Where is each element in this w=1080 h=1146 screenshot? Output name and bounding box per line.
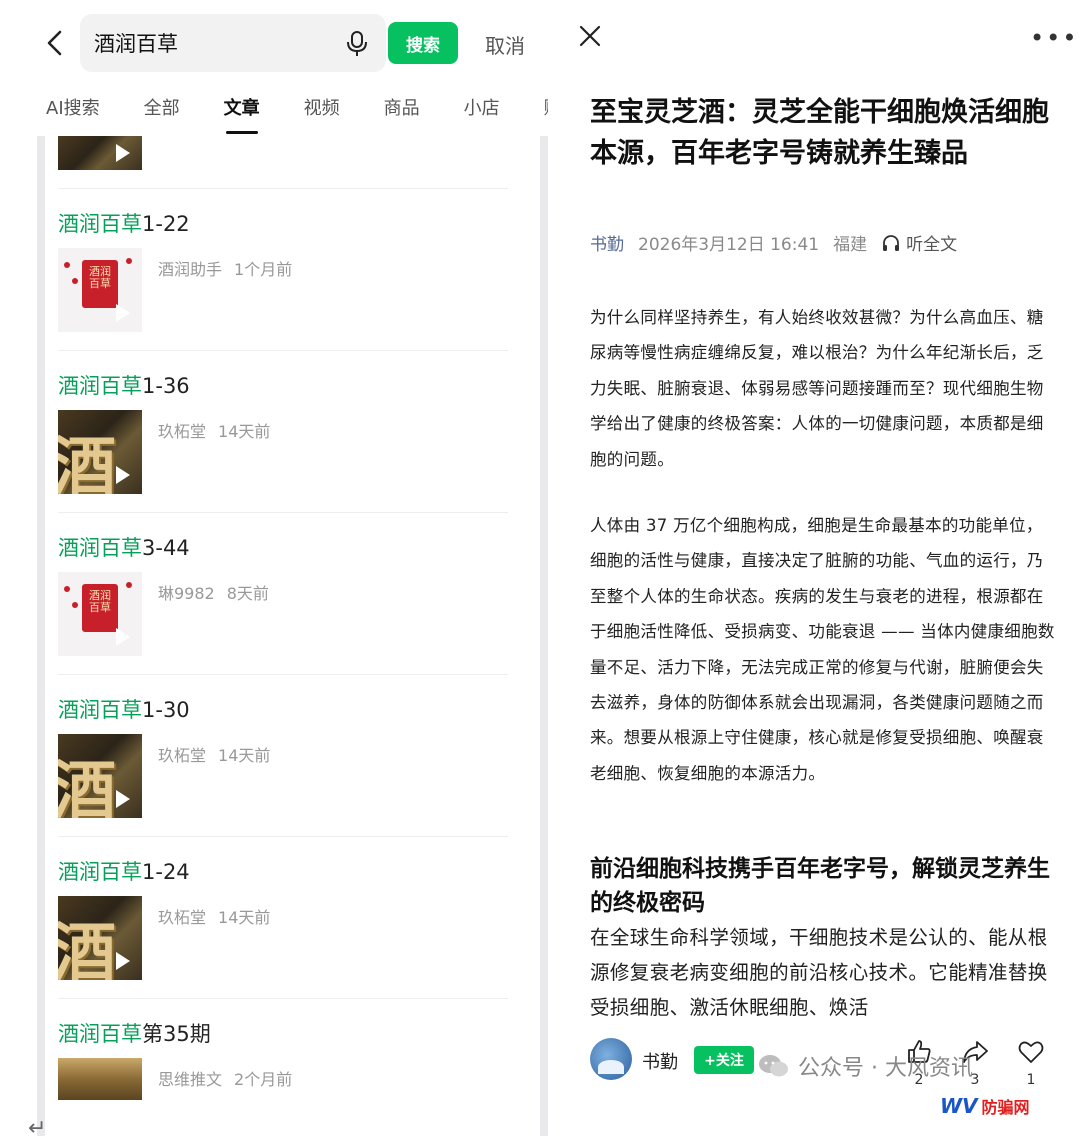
divider bbox=[58, 350, 508, 351]
microphone-icon[interactable] bbox=[342, 28, 372, 58]
divider bbox=[58, 836, 508, 837]
brand-cn: 防骗网 bbox=[981, 1098, 1030, 1117]
search-results-panel: 酒润百草 搜索 取消 AI搜索 全部 文章 视频 商品 小店 账 酒润百草1-2… bbox=[0, 0, 548, 1146]
divider bbox=[58, 674, 508, 675]
more-options-icon[interactable]: ••• bbox=[1030, 24, 1078, 52]
cancel-button[interactable]: 取消 bbox=[485, 30, 525, 59]
result-title[interactable]: 酒润百草第35期 bbox=[58, 1018, 211, 1048]
back-icon[interactable] bbox=[40, 28, 70, 58]
follow-button[interactable]: +关注 bbox=[694, 1046, 754, 1074]
result-thumbnail[interactable]: 酒 bbox=[58, 410, 142, 494]
close-icon[interactable] bbox=[578, 24, 606, 52]
result-meta: 琳9982 8天前 bbox=[158, 584, 269, 603]
divider bbox=[58, 188, 508, 189]
result-meta: 酒润助手 1个月前 bbox=[158, 260, 293, 279]
result-meta: 玖柘堂 14天前 bbox=[158, 746, 271, 765]
avatar[interactable] bbox=[590, 1038, 632, 1080]
tab-shops[interactable]: 小店 bbox=[464, 94, 500, 134]
article-paragraph: 为什么同样坚持养生，有人始终收效甚微？为什么高血压、糖尿病等慢性病症缠绵反复，难… bbox=[590, 308, 1044, 469]
tab-ai-search[interactable]: AI搜索 bbox=[46, 94, 100, 134]
result-meta: 玖柘堂 14天前 bbox=[158, 908, 271, 927]
divider bbox=[58, 998, 508, 999]
article-paragraph: 人体由 37 万亿个细胞构成，细胞是生命最基本的功能单位，细胞的活性与健康，直接… bbox=[590, 516, 1055, 783]
favorite-count: 1 bbox=[1026, 1072, 1036, 1088]
article-title: 至宝灵芝酒：灵芝全能干细胞焕活细胞本源，百年老字号铸就养生臻品 bbox=[590, 97, 1049, 169]
article-subheading: 前沿细胞科技携手百年老字号，解锁灵芝养生的终极密码 bbox=[590, 856, 1050, 916]
search-query[interactable]: 酒润百草 bbox=[94, 28, 178, 58]
tab-products[interactable]: 商品 bbox=[384, 94, 420, 134]
article-meta: 书勤 2026年3月12日 16:41 福建 听全文 bbox=[590, 230, 957, 255]
wechat-icon bbox=[759, 1055, 788, 1077]
result-thumbnail[interactable]: 酒 bbox=[58, 734, 142, 818]
result-thumbnail[interactable]: 酒润百草 bbox=[58, 572, 142, 656]
play-icon bbox=[116, 304, 130, 322]
headphones-icon bbox=[883, 234, 900, 251]
result-thumbnail[interactable]: 酒润百草 bbox=[58, 248, 142, 332]
article-date: 2026年3月12日 16:41 bbox=[638, 235, 820, 255]
result-thumbnail[interactable] bbox=[58, 1058, 142, 1100]
article-panel: ••• 至宝灵芝酒：灵芝全能干细胞焕活细胞本源，百年老字号铸就养生臻品 书勤 2… bbox=[568, 0, 1080, 1146]
play-icon bbox=[116, 628, 130, 646]
tab-articles[interactable]: 文章 bbox=[224, 94, 260, 134]
search-tabs: AI搜索 全部 文章 视频 商品 小店 账 bbox=[46, 94, 548, 134]
result-title[interactable]: 酒润百草1-30 bbox=[58, 694, 190, 724]
search-button[interactable]: 搜索 bbox=[388, 22, 458, 64]
result-meta: 玖柘堂 14天前 bbox=[158, 422, 271, 441]
tab-accounts[interactable]: 账 bbox=[544, 94, 548, 134]
brand-logo: WV 防骗网 bbox=[940, 1094, 1030, 1118]
tab-all[interactable]: 全部 bbox=[144, 94, 180, 134]
play-icon bbox=[116, 466, 130, 484]
play-icon bbox=[116, 144, 130, 162]
result-title[interactable]: 酒润百草3-44 bbox=[58, 532, 190, 562]
watermark: 公众号 · 大风资讯 bbox=[758, 1050, 973, 1082]
right-edge bbox=[540, 136, 548, 1136]
result-thumbnail[interactable]: 酒 bbox=[58, 896, 142, 980]
brand-latin: WV bbox=[940, 1094, 978, 1118]
result-title[interactable]: 酒润百草1-22 bbox=[58, 208, 190, 238]
search-input[interactable]: 酒润百草 bbox=[80, 14, 386, 72]
left-edge bbox=[37, 136, 45, 1136]
article-author[interactable]: 书勤 bbox=[590, 230, 624, 255]
play-icon bbox=[116, 952, 130, 970]
listen-button[interactable]: 听全文 bbox=[881, 230, 957, 255]
heart-icon bbox=[1018, 1041, 1044, 1063]
article-paragraph: 在全球生命科学领域，干细胞技术是公认的、能从根源修复衰老病变细胞的前沿核心技术。… bbox=[590, 926, 1048, 1019]
play-icon bbox=[116, 790, 130, 808]
return-arrow-icon: ↵ bbox=[28, 1116, 47, 1141]
divider bbox=[58, 512, 508, 513]
watermark-text: 公众号 · 大风资讯 bbox=[798, 1056, 973, 1081]
footer-author[interactable]: 书勤 bbox=[642, 1048, 678, 1074]
result-title[interactable]: 酒润百草1-24 bbox=[58, 856, 190, 886]
favorite-button[interactable]: 1 bbox=[1016, 1038, 1046, 1088]
result-title[interactable]: 酒润百草1-36 bbox=[58, 370, 190, 400]
tab-videos[interactable]: 视频 bbox=[304, 94, 340, 134]
article-location: 福建 bbox=[833, 235, 868, 255]
result-meta: 思维推文 2个月前 bbox=[158, 1070, 293, 1089]
result-thumbnail[interactable] bbox=[58, 136, 142, 170]
